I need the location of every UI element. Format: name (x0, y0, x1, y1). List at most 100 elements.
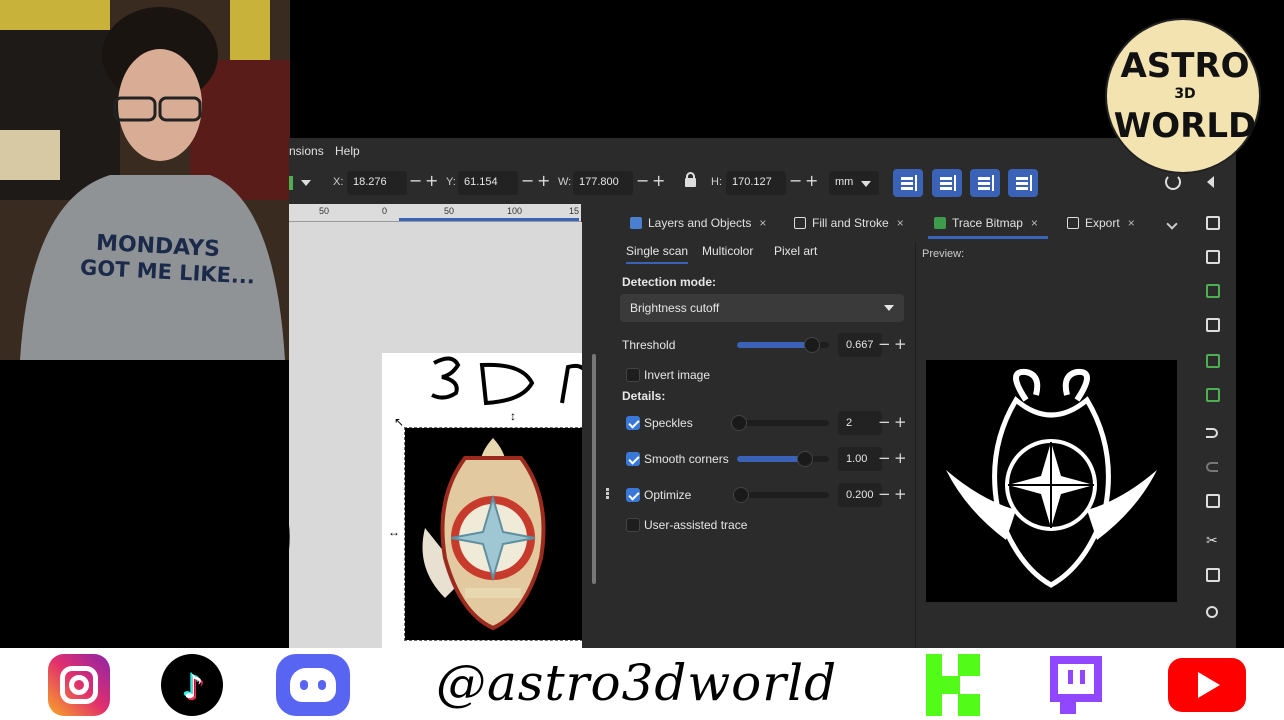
source-bitmap[interactable] (404, 427, 583, 641)
detection-mode-value: Brightness cutoff (630, 301, 720, 315)
threshold-decrement[interactable]: − (878, 335, 891, 353)
tab-label: Export (1085, 216, 1120, 230)
threshold-input[interactable]: 0.667 (838, 333, 882, 357)
dock-handle-icon[interactable] (606, 488, 609, 491)
emblem-shape (210, 590, 280, 618)
w-increment[interactable]: + (652, 172, 665, 190)
resize-handle-n[interactable]: ↕ (510, 409, 516, 423)
optimize-slider[interactable] (732, 487, 829, 503)
detection-mode-label: Detection mode: (622, 275, 717, 289)
tab-fill-and-stroke[interactable]: Fill and Stroke × (794, 208, 904, 238)
new-document-icon[interactable] (1206, 216, 1220, 230)
smooth-corners-checkbox[interactable] (626, 452, 640, 466)
scrollbar-thumb[interactable] (592, 354, 596, 584)
align-button-1[interactable] (893, 169, 923, 197)
close-icon[interactable]: × (897, 216, 904, 230)
speckles-decrement[interactable]: − (878, 413, 891, 431)
threshold-slider[interactable] (737, 337, 829, 353)
h-input[interactable]: 170.127 (726, 171, 786, 195)
x-input[interactable]: 18.276 (347, 171, 407, 195)
threshold-increment[interactable]: + (894, 335, 907, 353)
tab-trace-bitmap[interactable]: Trace Bitmap × (928, 208, 1048, 239)
tab-label: Trace Bitmap (952, 216, 1023, 230)
collapse-arrow-icon[interactable] (1207, 176, 1214, 188)
close-icon[interactable]: × (759, 216, 766, 230)
tab-multicolor[interactable]: Multicolor (702, 244, 753, 262)
save-icon[interactable] (1206, 284, 1220, 298)
align-button-3[interactable] (970, 169, 1000, 197)
smooth-corners-increment[interactable]: + (894, 449, 907, 467)
speckles-slider[interactable] (730, 415, 829, 431)
align-button-2[interactable] (932, 169, 962, 197)
x-increment[interactable]: + (425, 172, 438, 190)
h-decrement[interactable]: − (789, 172, 802, 190)
lock-icon[interactable] (685, 172, 696, 187)
canvas[interactable]: ↖ ↕ ↔ (289, 222, 588, 648)
preview-label: Preview: (922, 248, 965, 260)
resize-handle-w[interactable]: ↔ (388, 525, 400, 539)
rotate-icon[interactable] (1165, 174, 1181, 190)
instagram-icon[interactable] (48, 654, 110, 716)
tab-layers-and-objects[interactable]: Layers and Objects × (630, 208, 766, 238)
tiktok-icon[interactable]: ♪ (161, 654, 223, 716)
h-increment[interactable]: + (805, 172, 818, 190)
optimize-increment[interactable]: + (894, 485, 907, 503)
user-assisted-checkbox[interactable] (626, 518, 640, 532)
open-folder-icon[interactable] (1206, 250, 1220, 264)
speckles-input[interactable]: 2 (838, 411, 882, 435)
w-input[interactable]: 177.800 (573, 171, 633, 195)
close-icon[interactable]: × (1031, 216, 1038, 230)
menubar: nsions Help (289, 138, 1236, 164)
discord-icon[interactable] (276, 654, 350, 716)
tab-pixel-art[interactable]: Pixel art (774, 244, 817, 262)
invert-image-checkbox[interactable] (626, 368, 640, 382)
export-icon (1067, 217, 1079, 229)
y-increment[interactable]: + (537, 172, 550, 190)
x-decrement[interactable]: − (409, 172, 422, 190)
y-input[interactable]: 61.154 (458, 171, 518, 195)
optimize-slider-knob[interactable] (732, 487, 749, 503)
speckles-checkbox[interactable] (626, 416, 640, 430)
optimize-checkbox[interactable] (626, 488, 640, 502)
optimize-input[interactable]: 0.200 (838, 483, 882, 507)
menu-extensions[interactable]: nsions (289, 144, 324, 158)
youtube-icon[interactable] (1168, 658, 1246, 712)
y-decrement[interactable]: − (521, 172, 534, 190)
tab-export[interactable]: Export × (1067, 208, 1135, 238)
close-icon[interactable]: × (1128, 216, 1135, 230)
tab-single-scan[interactable]: Single scan (626, 244, 689, 264)
twitch-icon[interactable] (1046, 654, 1104, 716)
undo-icon[interactable] (1206, 428, 1218, 438)
traced-black-emblem[interactable] (180, 440, 310, 620)
cut-icon[interactable]: ✂ (1206, 532, 1218, 549)
optimize-decrement[interactable]: − (878, 485, 891, 503)
tool-dropdown-caret[interactable] (301, 180, 311, 186)
logo-line-2: 3D (1174, 86, 1196, 102)
chevron-down-icon[interactable] (1166, 218, 1178, 230)
copy-icon[interactable] (1206, 494, 1220, 508)
inkscape-window: nsions Help X: 18.276 − + Y: 61.154 − + … (289, 138, 1236, 648)
print-icon[interactable] (1206, 318, 1220, 332)
unit-select[interactable]: mm (829, 171, 879, 195)
smooth-corners-slider-knob[interactable] (797, 451, 814, 467)
w-decrement[interactable]: − (636, 172, 649, 190)
align-button-4[interactable] (1008, 169, 1038, 197)
tool-dropdown-stub[interactable] (289, 176, 293, 190)
speckles-slider-knob[interactable] (730, 415, 747, 431)
resize-handle-nw[interactable]: ↖ (394, 415, 404, 429)
smooth-corners-input[interactable]: 1.00 (838, 447, 882, 471)
smooth-corners-decrement[interactable]: − (878, 449, 891, 467)
redo-icon[interactable] (1206, 462, 1218, 472)
export-icon[interactable] (1206, 388, 1220, 402)
dialog-dock: Layers and Objects × Fill and Stroke × Tra… (612, 202, 1190, 648)
canvas-vertical-scrollbar[interactable] (582, 204, 612, 648)
kick-icon[interactable] (924, 654, 982, 716)
smooth-corners-slider[interactable] (737, 451, 829, 467)
speckles-increment[interactable]: + (894, 413, 907, 431)
zoom-icon[interactable] (1206, 606, 1218, 618)
menu-help[interactable]: Help (335, 144, 360, 158)
threshold-slider-knob[interactable] (804, 337, 821, 353)
detection-mode-select[interactable]: Brightness cutoff (620, 294, 904, 322)
paste-icon[interactable] (1206, 568, 1220, 582)
import-icon[interactable] (1206, 354, 1220, 368)
